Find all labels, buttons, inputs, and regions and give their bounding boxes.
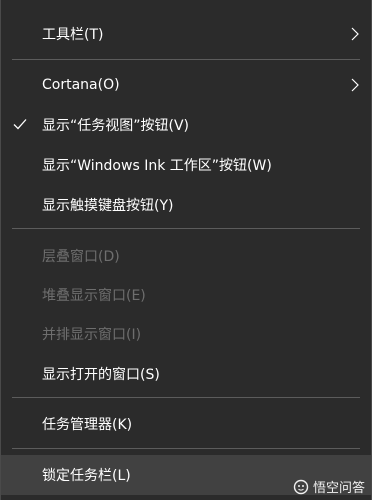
menu-separator xyxy=(12,59,360,60)
menu-item-show-task-view-button[interactable]: 显示“任务视图”按钮(V) xyxy=(1,105,371,145)
menu-item-cascade-windows: 层叠窗口(D) xyxy=(1,236,371,276)
chevron-right-icon xyxy=(351,78,359,92)
menu-separator xyxy=(12,397,360,398)
menu-item-cortana[interactable]: Cortana(O) xyxy=(1,65,371,105)
menu-item-label: 工具栏(T) xyxy=(42,27,104,43)
watermark: 悟空问答 xyxy=(293,477,365,496)
wukong-logo-icon xyxy=(293,479,309,494)
menu-item-label: 任务管理器(K) xyxy=(42,417,133,433)
menu-item-label: 显示触摸键盘按钮(Y) xyxy=(42,198,174,214)
menu-item-label: 堆叠显示窗口(E) xyxy=(42,288,146,304)
menu-item-task-manager[interactable]: 任务管理器(K) xyxy=(1,404,371,444)
menu-separator xyxy=(12,448,360,449)
menu-item-show-windows-ink-button[interactable]: 显示“Windows Ink 工作区”按钮(W) xyxy=(1,145,371,185)
menu-separator xyxy=(12,228,360,229)
menu-item-label: 显示“Windows Ink 工作区”按钮(W) xyxy=(42,158,272,174)
menu-item-label: 锁定任务栏(L) xyxy=(42,468,131,484)
menu-item-show-desktop-windows[interactable]: 显示打开的窗口(S) xyxy=(1,354,371,394)
menu-item-label: 显示打开的窗口(S) xyxy=(42,367,160,383)
watermark-text: 悟空问答 xyxy=(312,481,365,496)
menu-item-stack-windows: 堆叠显示窗口(E) xyxy=(1,275,371,315)
menu-item-label: 并排显示窗口(I) xyxy=(42,327,142,343)
menu-item-label: 层叠窗口(D) xyxy=(42,249,120,265)
menu-item-label: 显示“任务视图”按钮(V) xyxy=(42,118,190,134)
menu-item-toolbars[interactable]: 工具栏(T) xyxy=(1,14,371,54)
taskbar-context-menu: 工具栏(T) Cortana(O) 显示“任务视图”按钮(V) 显示“Windo… xyxy=(0,0,372,500)
menu-item-show-touch-keyboard-button[interactable]: 显示触摸键盘按钮(Y) xyxy=(1,185,371,225)
menu-item-side-by-side-windows: 并排显示窗口(I) xyxy=(1,314,371,354)
checkmark-icon xyxy=(13,119,27,130)
chevron-right-icon xyxy=(351,27,359,41)
menu-item-label: Cortana(O) xyxy=(42,77,120,93)
